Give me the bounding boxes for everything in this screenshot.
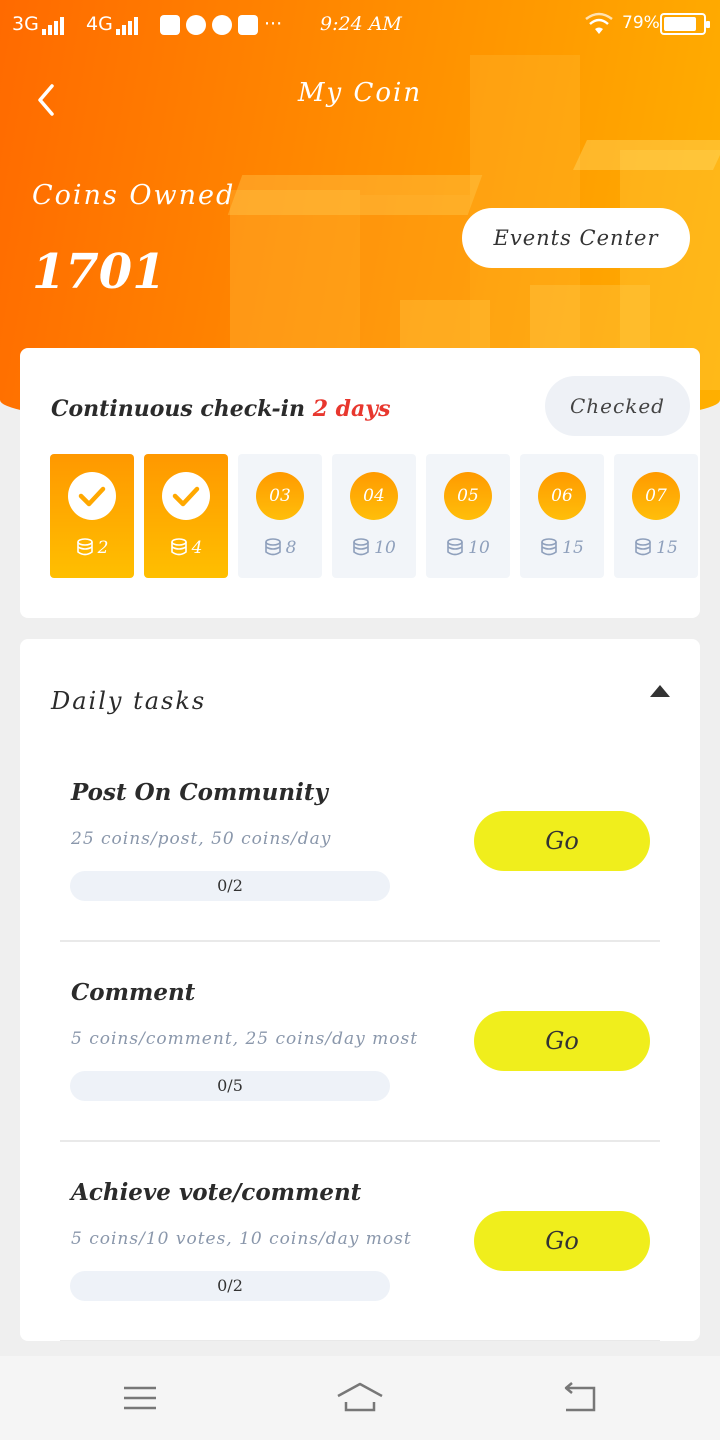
status-bar: 3G 4G ··· 9:24 AM 79% bbox=[0, 0, 720, 48]
task-item: Achieve vote/comment 5 coins/10 votes, 10… bbox=[20, 1179, 700, 1341]
task-progress-text: 0/5 bbox=[217, 1076, 243, 1095]
task-item: Comment 5 coins/comment, 25 coins/day mos… bbox=[20, 979, 700, 1179]
coins-owned-label: Coins Owned bbox=[32, 180, 236, 211]
checkin-day-reward: 2 bbox=[50, 538, 134, 558]
checkin-day-reward: 10 bbox=[426, 538, 510, 558]
checkin-day: 03 8 bbox=[238, 454, 322, 578]
checkin-day-checked bbox=[162, 472, 210, 520]
task-divider bbox=[60, 1340, 660, 1341]
checkin-day-reward-value: 4 bbox=[191, 538, 203, 558]
checkin-day-number: 04 bbox=[350, 472, 398, 520]
checkin-day-reward-value: 15 bbox=[656, 538, 678, 558]
coin-stack-icon bbox=[264, 538, 281, 556]
notification-icons: ··· bbox=[160, 13, 282, 35]
battery-percent: 79% bbox=[622, 13, 660, 33]
task-progress-text: 0/2 bbox=[217, 876, 243, 895]
task-go-button[interactable]: Go bbox=[474, 1211, 650, 1271]
task-progress-bar: 0/2 bbox=[70, 871, 390, 901]
checkin-day-reward-value: 2 bbox=[97, 538, 109, 558]
checkin-day-reward-value: 8 bbox=[285, 538, 297, 558]
task-name: Comment bbox=[71, 979, 196, 1006]
page-title: My Coin bbox=[297, 78, 423, 108]
checkin-day-number: 07 bbox=[632, 472, 680, 520]
checkin-day-checked bbox=[68, 472, 116, 520]
youtube-icon bbox=[238, 14, 258, 35]
task-name: Achieve vote/comment bbox=[71, 1179, 362, 1206]
signal-icon bbox=[115, 13, 140, 35]
coins-owned-value: 1701 bbox=[32, 244, 166, 300]
menu-icon[interactable] bbox=[118, 1380, 162, 1416]
checkin-day-reward-value: 10 bbox=[374, 538, 396, 558]
checkin-day: 07 15 bbox=[614, 454, 698, 578]
task-progress-bar: 0/5 bbox=[70, 1071, 390, 1101]
chrome-icon bbox=[212, 14, 232, 35]
checkin-day-reward: 15 bbox=[614, 538, 698, 558]
system-nav-bar bbox=[0, 1356, 720, 1440]
return-icon[interactable] bbox=[558, 1380, 602, 1416]
coin-stack-icon bbox=[541, 538, 557, 556]
checkin-days-count: 2 days bbox=[312, 396, 391, 422]
coin-stack-icon bbox=[447, 538, 463, 556]
checkin-day-number: 05 bbox=[444, 472, 492, 520]
checkin-day-reward: 8 bbox=[238, 538, 322, 558]
signal-icon bbox=[41, 13, 66, 35]
checkin-day: 2 bbox=[50, 454, 134, 578]
task-go-button[interactable]: Go bbox=[474, 1011, 650, 1071]
coin-stack-icon bbox=[353, 538, 369, 556]
checkin-day-reward: 15 bbox=[520, 538, 604, 558]
clock: 9:24 AM bbox=[320, 13, 402, 35]
checkin-day: 4 bbox=[144, 454, 228, 578]
network-3g: 3G bbox=[12, 13, 66, 35]
checked-button[interactable]: Checked bbox=[545, 376, 690, 436]
more-notifications-icon: ··· bbox=[264, 13, 283, 35]
task-divider bbox=[60, 1140, 660, 1142]
checkin-day-reward-value: 10 bbox=[468, 538, 490, 558]
checkin-card: Continuous check-in 2 days Checked 2 4 03 8… bbox=[20, 348, 700, 618]
wifi-icon bbox=[585, 12, 613, 34]
checkin-day-number: 06 bbox=[538, 472, 586, 520]
checkin-day: 05 10 bbox=[426, 454, 510, 578]
check-icon bbox=[172, 486, 200, 507]
coin-stack-icon bbox=[170, 538, 187, 556]
coin-stack-icon bbox=[635, 538, 651, 556]
task-name: Post On Community bbox=[71, 779, 328, 806]
task-go-button[interactable]: Go bbox=[474, 811, 650, 871]
task-description: 25 coins/post, 50 coins/day bbox=[71, 829, 332, 849]
task-item: Post On Community 25 coins/post, 50 coins… bbox=[20, 779, 700, 979]
battery-icon bbox=[660, 13, 710, 35]
task-progress-bar: 0/2 bbox=[70, 1271, 390, 1301]
chrome-icon bbox=[186, 14, 206, 35]
checkin-day: 06 15 bbox=[520, 454, 604, 578]
task-description: 5 coins/10 votes, 10 coins/day most bbox=[71, 1229, 412, 1249]
checkin-day-reward-value: 15 bbox=[562, 538, 584, 558]
checkin-days-row: 2 4 03 8 04 10 05 10 06 15 07 15 bbox=[50, 454, 700, 578]
daily-tasks-card: Daily tasks Post On Community 25 coins/po… bbox=[20, 639, 700, 1341]
checkin-day-reward: 10 bbox=[332, 538, 416, 558]
daily-tasks-title: Daily tasks bbox=[51, 687, 207, 715]
task-divider bbox=[60, 940, 660, 942]
check-icon bbox=[78, 486, 106, 507]
checkin-day-reward: 4 bbox=[144, 538, 228, 558]
checkin-title: Continuous check-in 2 days bbox=[51, 396, 391, 422]
task-progress-text: 0/2 bbox=[217, 1276, 243, 1295]
checkin-day-number: 03 bbox=[256, 472, 304, 520]
network-4g: 4G bbox=[86, 13, 140, 35]
events-center-button[interactable]: Events Center bbox=[462, 208, 690, 268]
home-icon[interactable] bbox=[336, 1380, 384, 1416]
checkin-day: 04 10 bbox=[332, 454, 416, 578]
mail-icon bbox=[160, 14, 180, 35]
collapse-triangle-icon[interactable] bbox=[650, 685, 670, 697]
coin-stack-icon bbox=[76, 538, 93, 556]
task-description: 5 coins/comment, 25 coins/day most bbox=[71, 1029, 419, 1049]
